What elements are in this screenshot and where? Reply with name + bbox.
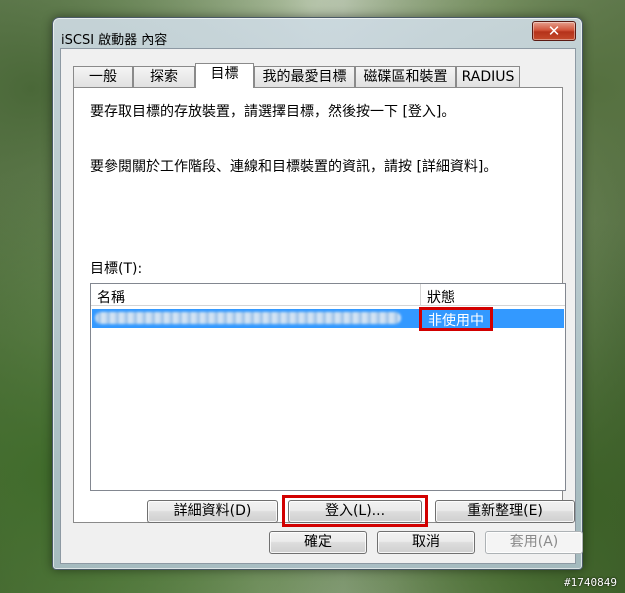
targets-panel: 要存取目標的存放裝置，請選擇目標，然後按一下 [登入]。 要參閱關於工作階段、連…	[73, 87, 575, 527]
details-button[interactable]: 詳細資料(D)	[147, 500, 278, 523]
close-button[interactable]: ✕	[532, 21, 576, 41]
status-highlight-box	[419, 307, 493, 331]
tab-volumes-devices[interactable]: 磁碟區和裝置	[355, 66, 456, 87]
column-header-name[interactable]: 名稱	[97, 287, 125, 307]
properties-dialog: iSCSI 啟動器 內容 ✕ 一般 探索 目標 我的最愛目標 磁碟區和裝置 RA…	[52, 17, 583, 570]
list-header: 名稱 狀態	[91, 284, 565, 306]
ok-button[interactable]: 確定	[269, 531, 367, 554]
targets-list[interactable]: 名稱 狀態 非使用中	[90, 283, 566, 491]
tab-targets[interactable]: 目標	[195, 63, 254, 88]
instruction-details: 要參閱關於工作階段、連線和目標裝置的資訊，請按 [詳細資料]。	[90, 159, 498, 175]
target-row[interactable]: 非使用中	[92, 309, 564, 329]
watermark: #1740849	[564, 576, 617, 589]
instruction-logon: 要存取目標的存放裝置，請選擇目標，然後按一下 [登入]。	[90, 104, 456, 120]
column-header-status[interactable]: 狀態	[427, 287, 455, 307]
tab-radius[interactable]: RADIUS	[456, 66, 520, 87]
apply-button[interactable]: 套用(A)	[485, 531, 583, 554]
cancel-button[interactable]: 取消	[377, 531, 475, 554]
column-divider[interactable]	[420, 284, 421, 306]
targets-label: 目標(T):	[90, 261, 143, 277]
close-icon: ✕	[547, 22, 561, 40]
tab-discovery[interactable]: 探索	[133, 66, 195, 87]
tab-general[interactable]: 一般	[73, 66, 133, 87]
tab-favorite-targets[interactable]: 我的最愛目標	[254, 66, 355, 87]
refresh-button[interactable]: 重新整理(E)	[435, 500, 575, 523]
target-name-blurred	[95, 312, 401, 324]
dialog-title: iSCSI 啟動器 內容	[61, 33, 168, 48]
dialog-client-area: 一般 探索 目標 我的最愛目標 磁碟區和裝置 RADIUS 要存取目標的存放裝置…	[60, 48, 583, 564]
logon-highlight-box	[282, 495, 428, 527]
